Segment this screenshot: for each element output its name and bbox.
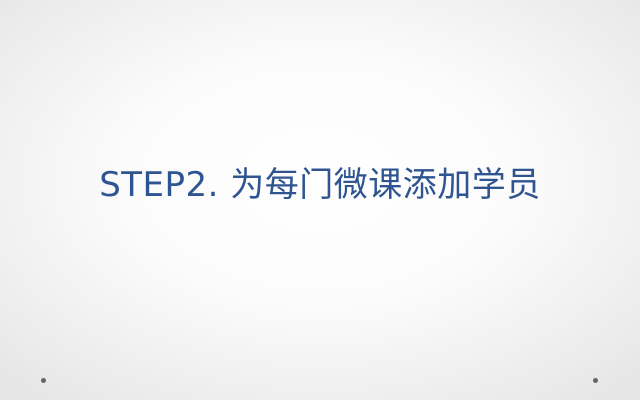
slide-title: STEP2. 为每门微课添加学员 bbox=[99, 165, 541, 205]
corner-dot-left bbox=[41, 378, 46, 383]
corner-dot-right bbox=[593, 378, 598, 383]
slide: STEP2. 为每门微课添加学员 bbox=[0, 0, 640, 400]
